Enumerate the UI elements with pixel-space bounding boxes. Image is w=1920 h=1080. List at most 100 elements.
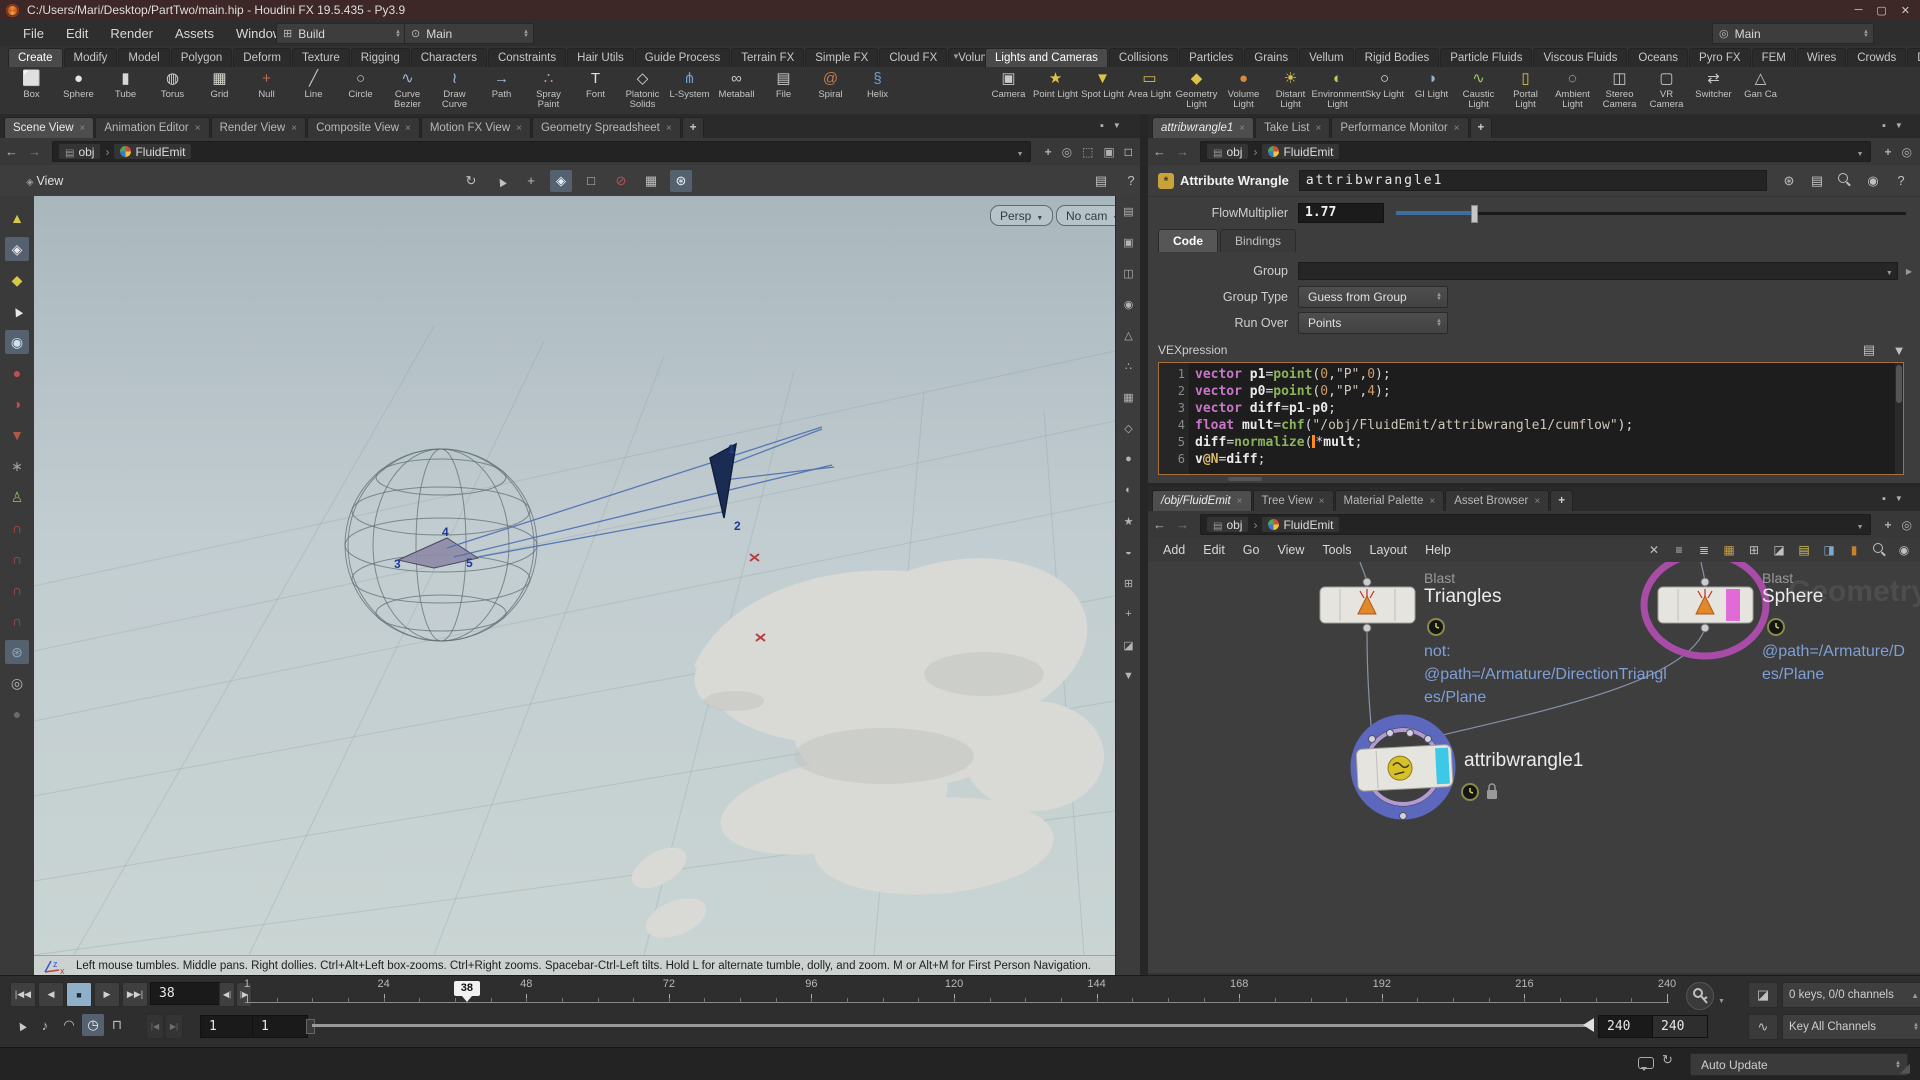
shelf-tab-model[interactable]: Model [118,48,169,67]
shelf-tab-particle-fluids[interactable]: Particle Fluids [1440,48,1532,67]
shelf-tool-file[interactable]: ▤File [760,67,807,100]
range-step-back-button[interactable]: |◀ [146,1014,164,1039]
refresh-icon[interactable]: ↻ [1662,1052,1673,1068]
spinner-icon[interactable] [1913,1023,1919,1031]
shelf-tab-crowds[interactable]: Crowds [1847,48,1906,67]
key-all-channels-button[interactable]: Key All Channels [1782,1014,1920,1040]
shelf-tab-modify[interactable]: Modify [64,48,118,67]
pane-maximize-icon[interactable] [1100,120,1104,132]
shelf-tab-rigging[interactable]: Rigging [351,48,410,67]
search-icon[interactable] [1834,170,1856,192]
pin-icon[interactable] [1045,145,1052,159]
pane-tab-render-view[interactable]: Render View [211,117,306,138]
follow-selection-icon[interactable] [1902,145,1912,159]
select-arrow-icon[interactable]: ▲ [1,295,34,328]
path-dropdown-icon[interactable] [1857,145,1864,159]
shelf-tab-constraints[interactable]: Constraints [488,48,566,67]
new-tab-button[interactable] [1550,490,1573,511]
stop-button[interactable]: ■ [66,982,92,1007]
shelf-tool-switcher[interactable]: ⇄Switcher [1690,67,1737,100]
step-back-button[interactable]: ◀| [219,982,235,1007]
breadcrumb[interactable]: obj FluidEmit [1200,141,1871,162]
close-tab-icon[interactable] [1454,123,1460,134]
range-end2-field[interactable]: 240 [1652,1015,1708,1038]
shelf-tab-deform[interactable]: Deform [233,48,291,67]
set-key-icon[interactable]: ▲ [6,1010,36,1040]
close-tab-icon[interactable] [1237,496,1243,507]
pane-tab-animation-editor[interactable]: Animation Editor [95,117,209,138]
group-type-dropdown[interactable]: Guess from Group [1298,286,1448,308]
shelf-tool-ambient-light[interactable]: ◌Ambient Light [1549,67,1596,110]
vertical-splitter[interactable] [1140,114,1148,975]
resize-grip-icon[interactable] [1900,1060,1910,1076]
go-start-button[interactable]: |◀◀ [10,982,36,1007]
shelf-tab-viscous-fluids[interactable]: Viscous Fluids [1533,48,1627,67]
shelf-tab-drive-simulation[interactable]: Drive Simulation [1907,48,1920,67]
color-palette-icon[interactable]: ▦ [1719,540,1739,560]
spinner-icon[interactable] [1863,30,1869,38]
breadcrumb[interactable]: obj FluidEmit [52,141,1031,162]
code-line-5[interactable]: diff=normalize(*mult; [1195,434,1895,451]
back-icon[interactable] [1148,517,1171,532]
customize-icon[interactable]: ✕ [1644,540,1664,560]
forward-icon[interactable] [23,144,46,159]
realtime-toggle-icon[interactable]: ◷ [82,1014,104,1036]
pane-tab-scene-view[interactable]: Scene View [4,117,94,138]
expand-editor-icon[interactable]: ▤ [1858,339,1880,361]
back-icon[interactable] [1148,144,1171,159]
pane-tab-obj-fluidemit[interactable]: /obj/FluidEmit [1152,490,1252,511]
shaded-icon[interactable]: ● [1120,450,1138,468]
view-tool-icon[interactable]: ↻ [460,170,482,192]
shelf-tool-path[interactable]: →Path [478,67,525,100]
template-flag[interactable] [1726,589,1740,621]
snap-toggle-icon[interactable]: ◈ [550,170,572,192]
pane-tab-attribwrangle1[interactable]: attribwrangle1 [1152,117,1254,138]
shelf-tool-sphere[interactable]: ●Sphere [55,67,102,100]
shelf-tool-caustic-light[interactable]: ∿Caustic Light [1455,67,1502,110]
shelf-tab-oceans[interactable]: Oceans [1628,48,1688,67]
key-button[interactable] [1686,982,1714,1010]
shadows-icon[interactable]: ◒ [1120,543,1138,561]
pane-maximize-icon[interactable] [1882,493,1886,505]
network-menu-go[interactable]: Go [1234,540,1269,560]
breadcrumb-root[interactable]: obj [1207,144,1248,159]
multi-snap-icon[interactable]: ⊛ [5,640,29,664]
spinner-icon[interactable] [1436,319,1442,327]
vex-code-editor[interactable]: 123456 vector p1=point(0,"P",0);vector p… [1158,362,1904,475]
follow-selection-icon[interactable] [1062,145,1072,159]
group-field[interactable] [1298,262,1898,280]
thumbnail-icon[interactable]: ◪ [1769,540,1789,560]
shelf-tool-vr-camera[interactable]: ▢VR Camera [1643,67,1690,110]
network-menu-help[interactable]: Help [1416,540,1460,560]
shelf-tool-font[interactable]: TFont [572,67,619,100]
playhead[interactable]: 38 [454,981,480,1002]
message-icon[interactable] [1638,1057,1654,1069]
network-menu-view[interactable]: View [1268,540,1313,560]
tree-list-icon[interactable]: ≡ [1669,540,1689,560]
desktop-selector[interactable]: ⊞ Build [276,23,406,44]
snapshot-icon[interactable]: ◪ [1120,636,1138,654]
shelf-tab-collisions[interactable]: Collisions [1109,48,1178,67]
close-tab-icon[interactable] [195,123,201,134]
objects-mode-icon[interactable]: ◈ [5,237,29,261]
shelf-tool-tube[interactable]: ▮Tube [102,67,149,100]
scatter-tool-icon[interactable]: ∗ [5,454,29,478]
code-line-2[interactable]: vector p0=point(0,"P",4); [1195,383,1895,400]
ghosting-icon[interactable]: ◠ [58,1014,80,1036]
select-tool-icon[interactable]: ▲ [486,165,516,195]
close-tab-icon[interactable] [291,123,297,134]
close-tab-icon[interactable] [405,123,411,134]
pane-maximize-icon[interactable] [1882,120,1886,132]
display-points-icon[interactable]: ∴ [1120,357,1138,375]
path-dropdown-icon[interactable] [1017,145,1024,159]
group-dropdown-icon[interactable] [1886,264,1893,278]
breadcrumb-root[interactable]: obj [59,144,100,159]
close-button[interactable] [1901,4,1910,17]
help-icon[interactable]: ? [1120,170,1142,192]
pane-tab-material-palette[interactable]: Material Palette [1335,490,1445,511]
close-tab-icon[interactable] [516,123,522,134]
go-end-button[interactable]: ▶▶| [122,982,148,1007]
run-over-dropdown[interactable]: Points [1298,312,1448,334]
scroll-more-icon[interactable]: ▼ [1120,667,1138,685]
asset-box-icon[interactable]: ▮ [1844,540,1864,560]
